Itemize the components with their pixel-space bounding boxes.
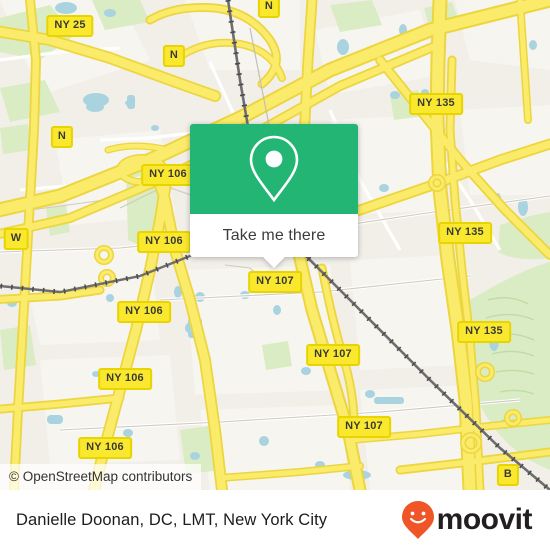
moovit-map-screenshot: NY 25 N N N NY 135 NY 135 NY 135 NY 106 NY 106 NY…	[0, 0, 550, 550]
route-shield: NY 135	[409, 93, 463, 115]
moovit-pin-icon	[401, 501, 434, 539]
footer-bar: Danielle Doonan, DC, LMT, New York City …	[0, 490, 550, 550]
route-shield: NY 135	[438, 222, 492, 244]
osm-attribution[interactable]: © OpenStreetMap contributors	[0, 463, 202, 490]
take-me-there-label: Take me there	[222, 226, 326, 244]
map-canvas[interactable]: NY 25 N N N NY 135 NY 135 NY 135 NY 106 NY 106 NY…	[0, 0, 550, 490]
route-shield: N	[50, 126, 74, 148]
route-shield: NY 106	[78, 437, 132, 459]
route-shield: B	[496, 464, 520, 486]
route-shield: W	[3, 228, 29, 250]
location-popup-card[interactable]: Take me there	[190, 124, 358, 268]
route-shield: NY 107	[306, 344, 360, 366]
route-shield: NY 106	[117, 301, 171, 323]
route-shield: NY 106	[137, 231, 191, 253]
popup-tail-arrow	[263, 257, 285, 268]
route-shield: N	[257, 0, 281, 18]
take-me-there-button[interactable]: Take me there	[190, 214, 358, 268]
route-shield: NY 106	[98, 368, 152, 390]
route-shield: NY 107	[248, 271, 302, 293]
moovit-brand-logo[interactable]: moovit	[401, 500, 533, 540]
place-title: Danielle Doonan, DC, LMT, New York City	[16, 510, 328, 529]
route-shield: N	[162, 45, 186, 67]
route-shield: NY 135	[457, 321, 511, 343]
route-shield: NY 25	[46, 15, 94, 37]
popup-icon-area	[190, 124, 358, 214]
moovit-wordmark: moovit	[436, 503, 533, 536]
map-pin-icon	[249, 135, 299, 203]
route-shield: NY 107	[337, 416, 391, 438]
route-shield: NY 106	[141, 164, 195, 186]
